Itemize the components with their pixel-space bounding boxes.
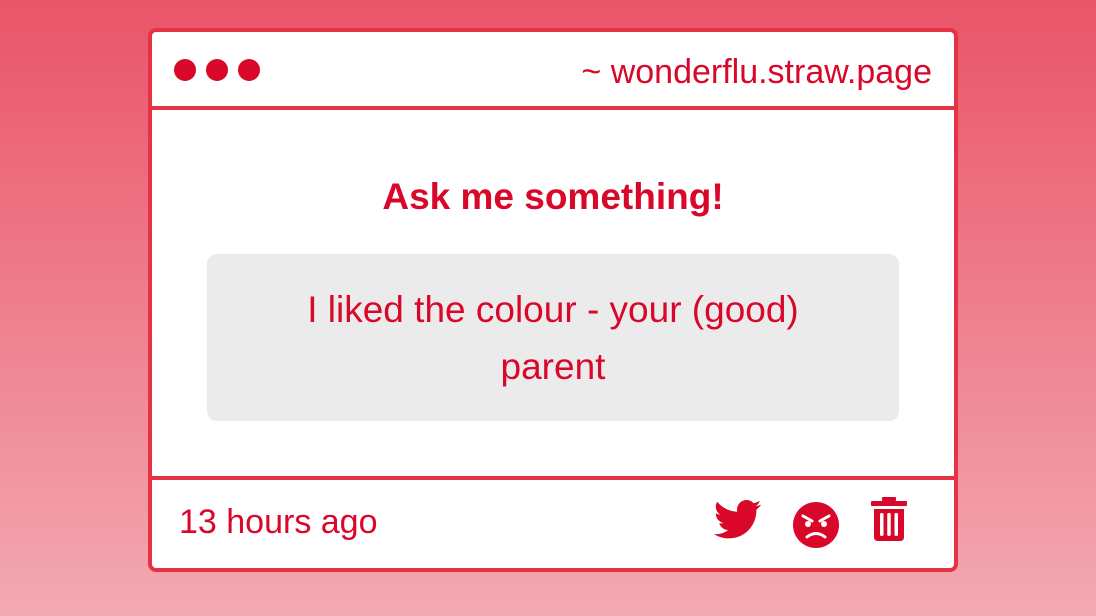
card-footer: 13 hours ago <box>152 476 954 568</box>
window-dot-1 <box>174 59 196 81</box>
twitter-icon[interactable] <box>714 500 762 540</box>
message-box: I liked the colour - your (good) parent <box>207 254 899 421</box>
trash-icon[interactable] <box>869 497 909 543</box>
window-controls <box>174 59 260 81</box>
card-content: Ask me something! I liked the colour - y… <box>152 110 954 476</box>
window-titlebar: ~ wonderflu.straw.page <box>152 32 954 110</box>
message-card-window: ~ wonderflu.straw.page Ask me something!… <box>148 28 958 572</box>
timestamp: 13 hours ago <box>179 503 378 541</box>
page-url: ~ wonderflu.straw.page <box>581 53 932 91</box>
window-dot-2 <box>206 59 228 81</box>
page-title: Ask me something! <box>382 176 724 217</box>
window-dot-3 <box>238 59 260 81</box>
angry-face-icon[interactable] <box>792 501 840 549</box>
message-text: I liked the colour - your (good) parent <box>307 288 799 387</box>
